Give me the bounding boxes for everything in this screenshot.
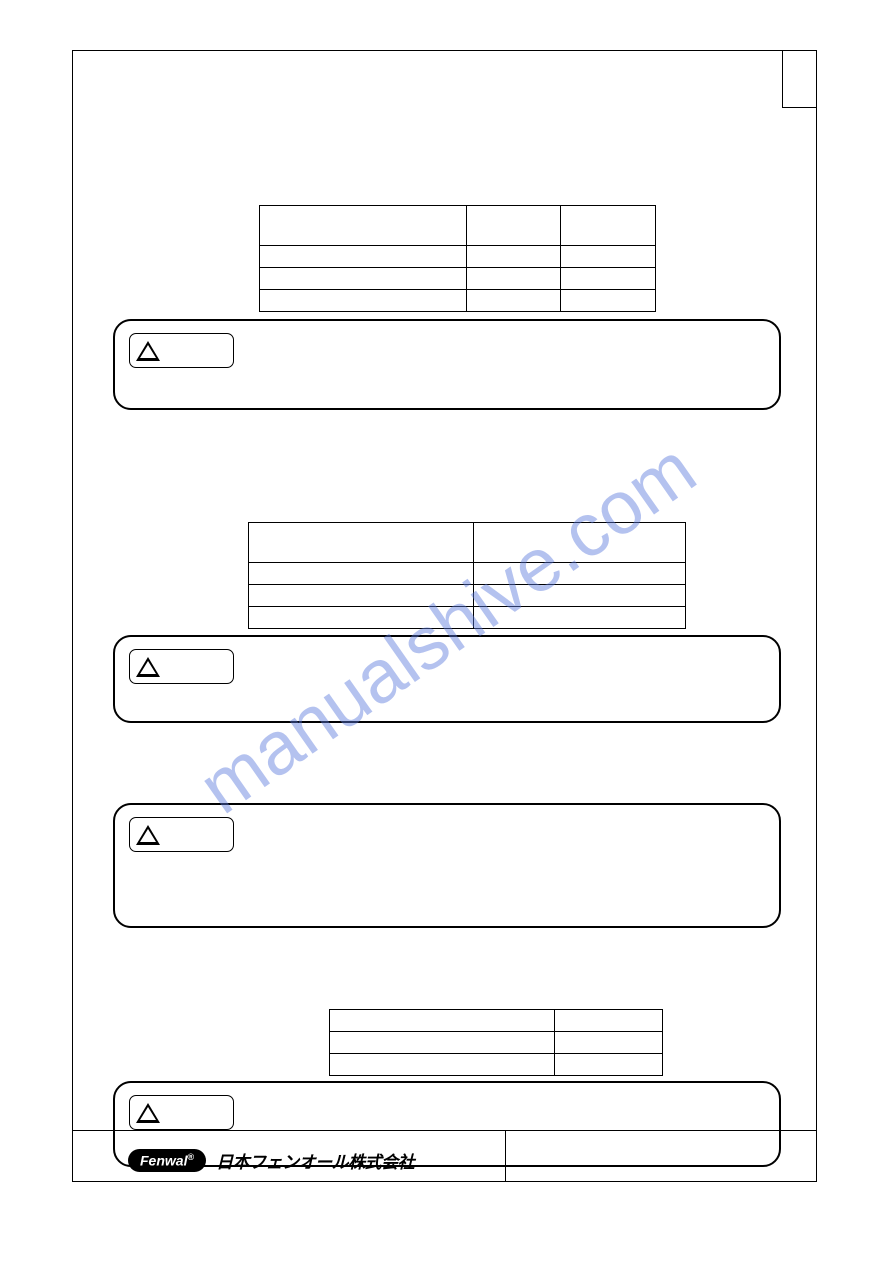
caution-badge	[129, 817, 234, 852]
registered-mark: ®	[187, 1152, 194, 1162]
corner-box	[782, 50, 817, 108]
warning-triangle-icon	[136, 341, 160, 361]
brand-text: Fenwal	[140, 1153, 187, 1169]
brand-pill: Fenwal®	[128, 1149, 206, 1172]
footer-vertical-divider	[505, 1131, 507, 1181]
warning-triangle-icon	[136, 825, 160, 845]
caution-callout-1	[113, 319, 781, 410]
footer-divider	[73, 1130, 816, 1131]
footer-logo: Fenwal® 日本フェンオール株式会社	[128, 1148, 414, 1173]
caution-badge	[129, 1095, 234, 1130]
spec-table-2	[248, 522, 686, 629]
caution-badge	[129, 649, 234, 684]
spec-table-1	[259, 205, 656, 312]
warning-triangle-icon	[136, 1103, 160, 1123]
spec-table-3	[329, 1009, 663, 1076]
company-name-jp: 日本フェンオール株式会社	[216, 1148, 414, 1173]
caution-callout-3	[113, 803, 781, 928]
caution-badge	[129, 333, 234, 368]
caution-callout-2	[113, 635, 781, 723]
warning-triangle-icon	[136, 657, 160, 677]
page-frame: Fenwal® 日本フェンオール株式会社	[72, 50, 817, 1182]
